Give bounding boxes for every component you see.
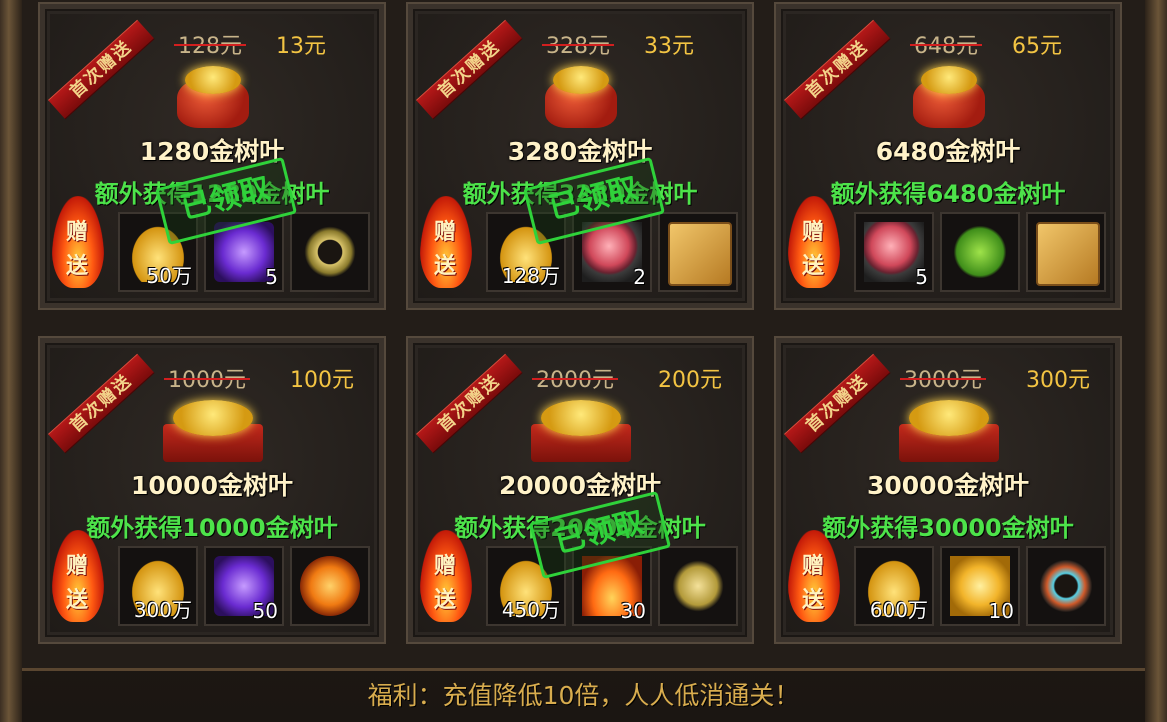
sale-price: 100元 — [290, 368, 354, 393]
gift-char: 送 — [433, 587, 456, 613]
leaf-amount: 10000金树叶 — [131, 471, 293, 500]
reward-qty: 600万 — [869, 598, 928, 622]
fire-orb-icon — [300, 556, 360, 616]
reward-qty: 300万 — [133, 598, 192, 622]
reward-slot[interactable]: 10 — [940, 546, 1020, 626]
gold-ring-icon — [300, 222, 360, 282]
leaf-amount: 3280金树叶 — [507, 137, 653, 166]
reward-qty: 50 — [252, 599, 278, 623]
gift-flame-icon: 赠 送 — [784, 196, 842, 288]
reward-slot[interactable] — [658, 546, 738, 626]
package-card-5[interactable]: 首次赠送 2000元 200元 20000金树叶 额外获得20000金树叶 赠 … — [406, 336, 754, 644]
jeweled-bracelet-icon — [1036, 556, 1096, 616]
package-card-6[interactable]: 首次赠送 3000元 300元 30000金树叶 额外获得30000金树叶 赠 … — [774, 336, 1122, 644]
scroll-icon — [668, 222, 732, 286]
gift-char: 赠 — [801, 219, 824, 245]
original-price: 2000元 — [532, 362, 618, 394]
scroll-icon — [1036, 222, 1100, 286]
gift-char: 赠 — [801, 553, 824, 579]
reward-qty: 2 — [633, 265, 646, 289]
sale-price: 65元 — [1012, 34, 1062, 59]
reward-slot[interactable] — [1026, 546, 1106, 626]
coin-bag-icon — [157, 66, 267, 128]
reward-slot[interactable] — [658, 212, 738, 292]
gift-char: 赠 — [433, 219, 456, 245]
reward-qty: 30 — [620, 599, 646, 623]
leaf-amount: 1280金树叶 — [139, 137, 285, 166]
reward-slot[interactable] — [1026, 212, 1106, 292]
reward-qty: 450万 — [501, 598, 560, 622]
reward-slot[interactable] — [290, 546, 370, 626]
original-price: 3000元 — [900, 362, 986, 394]
sale-price: 13元 — [276, 34, 326, 59]
original-price: 328元 — [542, 28, 614, 60]
gift-flame-icon: 赠 送 — [416, 530, 474, 622]
gift-char: 赠 — [433, 553, 456, 579]
gift-flame-icon: 赠 送 — [784, 530, 842, 622]
gift-char: 送 — [801, 587, 824, 613]
package-card-2[interactable]: 首次赠送 328元 33元 3280金树叶 额外获得3280金树叶 赠 送 12… — [406, 2, 754, 310]
gift-flame-icon: 赠 送 — [48, 530, 106, 622]
original-price: 1000元 — [164, 362, 250, 394]
reward-qty: 5 — [915, 265, 928, 289]
leaf-amount: 6480金树叶 — [875, 137, 1021, 166]
coin-bag-icon — [893, 66, 1003, 128]
reward-slot[interactable] — [290, 212, 370, 292]
gift-char: 送 — [65, 253, 88, 279]
green-leaf-icon — [950, 222, 1010, 282]
reward-slot[interactable]: 300万 — [118, 546, 198, 626]
package-grid: 首次赠送 128元 13元 1280金树叶 额外获得1280金树叶 赠 送 50… — [22, 0, 1145, 671]
sale-price: 200元 — [658, 368, 722, 393]
gift-char: 送 — [801, 253, 824, 279]
golden-moth-icon — [668, 556, 728, 616]
original-price: 648元 — [910, 28, 982, 60]
treasure-chest-icon — [893, 400, 1003, 462]
gift-char: 送 — [433, 253, 456, 279]
reward-qty: 128万 — [501, 264, 560, 288]
leaf-amount: 20000金树叶 — [499, 471, 661, 500]
reward-slot[interactable]: 50 — [204, 546, 284, 626]
leaf-amount: 30000金树叶 — [867, 471, 1029, 500]
gift-flame-icon: 赠 送 — [48, 196, 106, 288]
reward-slot[interactable]: 5 — [854, 212, 934, 292]
reward-qty: 10 — [988, 599, 1014, 623]
treasure-chest-icon — [525, 400, 635, 462]
reward-slot[interactable] — [940, 212, 1020, 292]
gift-char: 送 — [65, 587, 88, 613]
gift-char: 赠 — [65, 553, 88, 579]
package-card-1[interactable]: 首次赠送 128元 13元 1280金树叶 额外获得1280金树叶 赠 送 50… — [38, 2, 386, 310]
coin-bag-icon — [525, 66, 635, 128]
sale-price: 33元 — [644, 34, 694, 59]
package-card-4[interactable]: 首次赠送 1000元 100元 10000金树叶 额外获得10000金树叶 赠 … — [38, 336, 386, 644]
gift-char: 赠 — [65, 219, 88, 245]
recharge-panel: 首次赠送 128元 13元 1280金树叶 额外获得1280金树叶 赠 送 50… — [0, 0, 1167, 722]
package-card-3[interactable]: 首次赠送 648元 65元 6480金树叶 额外获得6480金树叶 赠 送 5 — [774, 2, 1122, 310]
welfare-banner: 福利：充值降低10倍，人人低消通关！ — [367, 681, 800, 710]
reward-slot[interactable]: 600万 — [854, 546, 934, 626]
coin-tray-icon — [157, 400, 267, 462]
reward-qty: 5 — [265, 265, 278, 289]
original-price: 128元 — [174, 28, 246, 60]
sale-price: 300元 — [1026, 368, 1090, 393]
gift-flame-icon: 赠 送 — [416, 196, 474, 288]
reward-qty: 50万 — [146, 264, 192, 288]
